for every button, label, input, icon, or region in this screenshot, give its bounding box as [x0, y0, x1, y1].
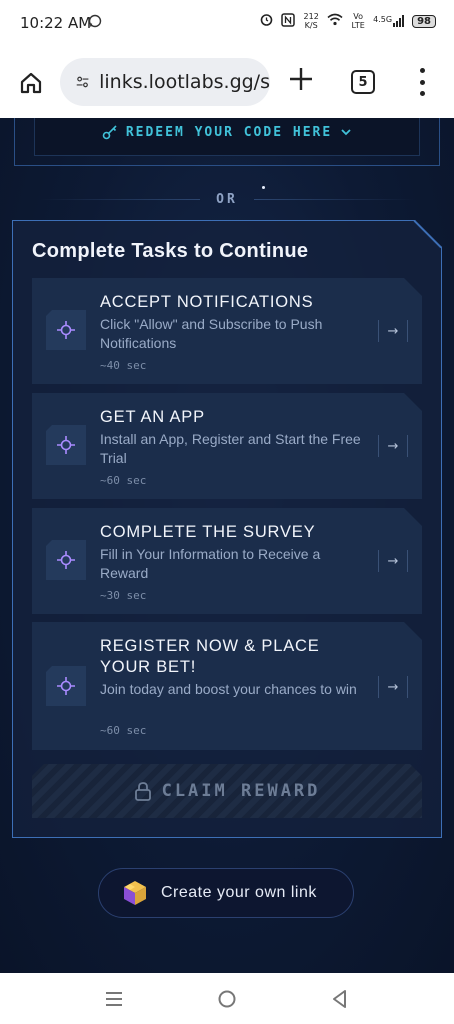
- task-description: Fill in Your Information to Receive a Re…: [100, 546, 321, 581]
- crosshair-icon: [57, 321, 75, 339]
- arrow-right-icon[interactable]: →: [378, 550, 408, 572]
- task-card-get-an-app[interactable]: GET AN APP Install an App, Register and …: [32, 393, 422, 499]
- arrow-right-icon[interactable]: →: [378, 676, 408, 698]
- crosshair-icon: [57, 677, 75, 695]
- back-nav-button[interactable]: [327, 986, 353, 1012]
- plus-icon: [290, 68, 312, 90]
- menu-lines-icon: [106, 992, 122, 1006]
- key-icon: [102, 125, 117, 140]
- task-duration: ~30 sec: [100, 589, 147, 602]
- arrow-right-icon[interactable]: →: [378, 320, 408, 342]
- site-settings-icon[interactable]: [76, 73, 89, 91]
- arrow-right-icon[interactable]: →: [378, 435, 408, 457]
- task-card-complete-survey[interactable]: COMPLETE THE SURVEY Fill in Your Informa…: [32, 508, 422, 614]
- task-title: COMPLETE THE SURVEY: [100, 523, 316, 541]
- redeem-code-button[interactable]: REDEEM YOUR CODE HERE: [34, 118, 420, 156]
- create-link-label: Create your own link: [161, 884, 317, 901]
- new-tab-button[interactable]: [284, 64, 318, 98]
- status-icons: 212 K/S Vo LTE 4.5G 98: [259, 12, 436, 30]
- status-bar: 10:22 AM 212 K/S Vo LTE 4.5G 98: [0, 0, 454, 46]
- claim-reward-label: CLAIM REWARD: [161, 781, 321, 801]
- task-card-accept-notifications[interactable]: ACCEPT NOTIFICATIONS Click "Allow" and S…: [32, 278, 422, 384]
- task-title: REGISTER NOW & PLACE YOUR BET!: [100, 637, 320, 676]
- redeem-label: REDEEM YOUR CODE HERE: [125, 124, 333, 140]
- alarm-icon: [259, 12, 274, 30]
- signal-icon: 4.5G: [373, 15, 405, 27]
- task-duration: ~40 sec: [100, 359, 147, 372]
- page-content: REDEEM YOUR CODE HERE OR Complete Tasks …: [0, 118, 454, 973]
- back-triangle-icon: [333, 990, 346, 1008]
- task-icon-box: [46, 666, 86, 706]
- network-speed: 212 K/S: [303, 12, 319, 30]
- system-navigation-bar: [0, 973, 454, 1024]
- volte-label: Vo LTE: [351, 12, 365, 30]
- home-nav-button[interactable]: [214, 986, 240, 1012]
- create-own-link-button[interactable]: Create your own link: [98, 868, 354, 918]
- crosshair-icon: [57, 551, 75, 569]
- battery-indicator: 98: [412, 14, 436, 28]
- home-icon: [20, 72, 42, 94]
- decorative-dot: [262, 186, 265, 189]
- status-time: 10:22 AM: [20, 14, 92, 32]
- crosshair-icon: [57, 436, 75, 454]
- home-button[interactable]: [14, 66, 48, 100]
- task-description: Click "Allow" and Subscribe to Push Noti…: [100, 316, 323, 351]
- nfc-icon: [281, 12, 295, 30]
- cube-logo-icon: [124, 881, 146, 905]
- url-text[interactable]: links.lootlabs.gg/s: [99, 71, 270, 93]
- task-card-register-place-bet[interactable]: REGISTER NOW & PLACE YOUR BET! Join toda…: [32, 622, 422, 750]
- lock-icon: [134, 782, 151, 801]
- task-description: Install an App, Register and Start the F…: [100, 431, 361, 466]
- or-divider: OR: [0, 190, 454, 208]
- task-icon-box: [46, 310, 86, 350]
- whatsapp-icon: [88, 14, 102, 32]
- task-icon-box: [46, 425, 86, 465]
- tasks-panel-title: Complete Tasks to Continue: [32, 240, 309, 262]
- chevron-down-icon: [341, 129, 351, 136]
- circle-home-icon: [218, 990, 236, 1008]
- task-icon-box: [46, 540, 86, 580]
- divider-line-right: [253, 198, 414, 200]
- signal-type: 4.5G: [373, 15, 393, 24]
- tab-switcher-button[interactable]: 5: [351, 70, 375, 94]
- task-title: ACCEPT NOTIFICATIONS: [100, 293, 314, 311]
- claim-reward-button[interactable]: CLAIM REWARD: [32, 764, 422, 818]
- browser-toolbar: links.lootlabs.gg/s 5: [0, 46, 454, 118]
- overflow-menu-button[interactable]: [414, 68, 430, 96]
- task-duration: ~60 sec: [100, 474, 147, 487]
- or-label: OR: [216, 191, 238, 207]
- wifi-icon: [327, 13, 343, 29]
- recent-apps-button[interactable]: [101, 986, 127, 1012]
- task-title: GET AN APP: [100, 408, 205, 426]
- task-description: Join today and boost your chances to win: [100, 681, 357, 697]
- divider-line-left: [40, 198, 201, 200]
- address-bar[interactable]: links.lootlabs.gg/s: [60, 58, 270, 106]
- task-duration: ~60 sec: [100, 724, 147, 737]
